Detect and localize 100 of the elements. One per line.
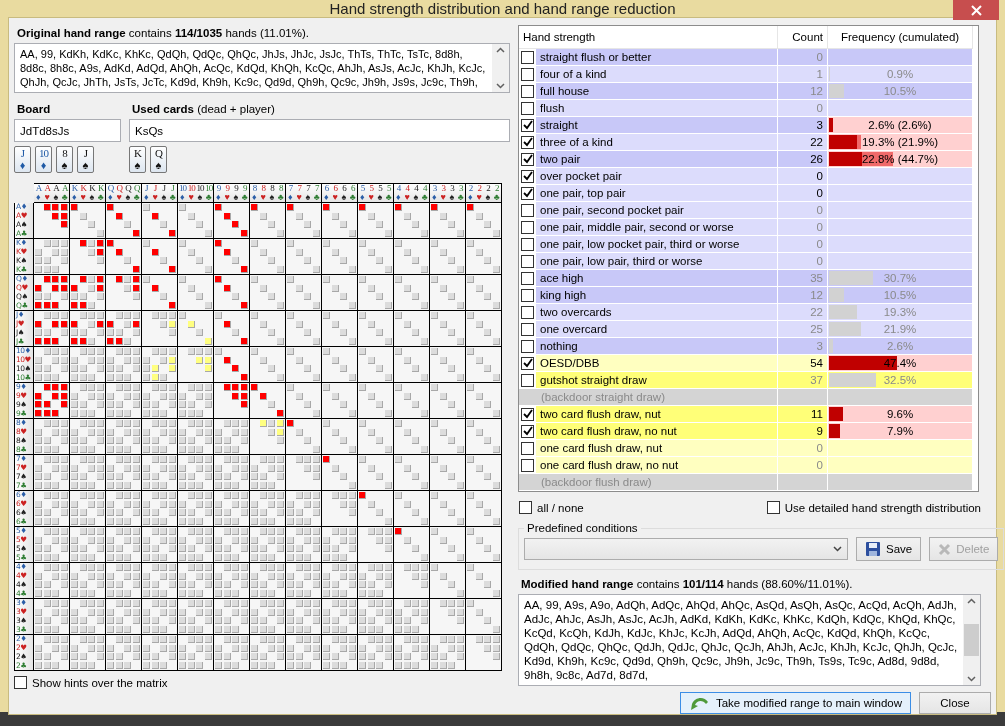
checkbox[interactable] [521,237,534,251]
column-header[interactable]: 4 ♠ [411,184,421,202]
chevron-down-icon[interactable] [967,676,976,682]
playing-card: 8 ♠ [56,146,73,173]
column-header[interactable]: Q ♣ [132,184,141,202]
checkbox[interactable] [519,501,532,514]
used-cards-field[interactable]: KsQs [129,119,510,142]
checkbox[interactable] [521,118,534,132]
chevron-up-icon[interactable] [967,598,976,604]
column-header[interactable]: K ♥ [78,184,88,202]
range-text: AA, 99, KdKh, KdKc, KhKc, QdQh, QdQc, QhQc, JhJs, JhJc, JsJc, ThTs, ThTc, TsTc, 8d8h, 8d8c, 8h8c, A9s, AdKd, AdQd, AhQh, AcQc, KdQd, KhQh, KcQc, AhJh, AsJs, AcJc, KhJh, KcJc, QhJh, QcJc, JhTh, JsTs, JcTc, Kd9d, Kh9h, Kc9c, Qd9d, Qh9h, Qc9c, Jh9h, Js9s, Jc9c, Th9h, [19,47,487,90]
column-header[interactable]: 10 ♠ [195,184,205,202]
checkbox[interactable] [521,203,534,217]
checkbox-label[interactable]: Show hints over the matrix [32,676,168,689]
column-header[interactable]: 7 ♣ [312,184,321,202]
column-header[interactable]: A ♥ [42,184,52,202]
column-header[interactable]: 2 ♦ [466,184,475,202]
column-header[interactable]: 3 ♣ [456,184,465,202]
column-header[interactable]: 6 ♦ [322,184,331,202]
column-header[interactable]: 6 ♣ [348,184,357,202]
column-header[interactable]: A ♦ [34,184,43,202]
checkbox[interactable] [521,101,534,115]
column-header[interactable]: 8 ♣ [276,184,285,202]
column-header[interactable]: 2 ♣ [492,184,501,202]
close-button[interactable]: Close [919,692,991,714]
checkbox[interactable] [521,254,534,268]
checkbox[interactable] [521,152,534,166]
checkbox[interactable] [521,441,534,455]
column-header[interactable]: 2 ♥ [474,184,484,202]
column-header[interactable]: 5 ♥ [366,184,376,202]
column-header[interactable]: Q ♦ [106,184,115,202]
checkbox-label[interactable]: all / none [537,501,584,514]
board-field[interactable]: JdTd8sJs [14,119,121,142]
column-header[interactable]: 2 ♠ [483,184,493,202]
column-header[interactable]: 3 ♦ [430,184,439,202]
column-header[interactable]: 6 ♥ [330,184,340,202]
column-header[interactable]: 5 ♦ [358,184,367,202]
column-header[interactable]: J ♠ [159,184,169,202]
checkbox[interactable] [521,67,534,81]
column-header[interactable]: J ♥ [150,184,160,202]
checkbox[interactable] [521,305,534,319]
column-header[interactable]: 8 ♠ [267,184,277,202]
column-header[interactable]: A ♠ [51,184,61,202]
close-button[interactable] [953,0,999,20]
column-header[interactable]: 9 ♣ [240,184,249,202]
checkbox[interactable] [521,220,534,234]
column-header[interactable]: Q ♠ [123,184,133,202]
column-header[interactable]: 10 ♦ [178,184,187,202]
column-header[interactable]: A ♣ [60,184,69,202]
strength-label: straight [536,117,778,134]
checkbox[interactable] [521,288,534,302]
column-header[interactable]: J ♦ [142,184,151,202]
column-header[interactable]: K ♠ [87,184,97,202]
checkbox[interactable] [521,339,534,353]
checkbox[interactable] [766,501,780,514]
save-button[interactable]: Save [856,537,922,561]
checkbox[interactable] [521,407,534,421]
checkbox[interactable] [521,322,534,336]
column-header[interactable]: 3 ♠ [447,184,457,202]
column-header[interactable]: 9 ♠ [231,184,241,202]
column-header[interactable]: 4 ♦ [394,184,403,202]
column-header[interactable]: 5 ♠ [375,184,385,202]
column-header[interactable]: 7 ♠ [303,184,313,202]
checkbox[interactable] [521,169,534,183]
frequency-value: 10.5% [883,85,917,97]
column-header[interactable]: 7 ♥ [294,184,304,202]
checkbox[interactable] [14,676,27,689]
column-header[interactable]: 9 ♦ [214,184,223,202]
column-header[interactable]: 7 ♦ [286,184,295,202]
column-header[interactable]: 9 ♥ [222,184,232,202]
chevron-down-icon[interactable] [496,83,505,89]
column-header[interactable]: 10 ♥ [186,184,196,202]
column-header[interactable]: 8 ♦ [250,184,259,202]
scrollbar[interactable] [963,595,980,685]
checkbox[interactable] [521,135,534,149]
range-text-area[interactable] [14,43,510,93]
checkbox-label[interactable]: Use detailed hand strength distribution [784,501,981,514]
checkbox[interactable] [521,458,534,472]
checkbox[interactable] [521,424,534,438]
column-header[interactable]: J ♣ [168,184,177,202]
column-header[interactable]: K ♣ [96,184,105,202]
column-header[interactable]: 8 ♥ [258,184,268,202]
column-header[interactable]: Q ♥ [114,184,124,202]
column-header[interactable]: 5 ♣ [384,184,393,202]
scrollbar[interactable] [492,44,509,92]
checkbox[interactable] [521,373,534,387]
chevron-up-icon[interactable] [496,47,505,53]
column-header[interactable]: K ♦ [70,184,79,202]
checkbox[interactable] [521,50,534,64]
column-header[interactable]: 10 ♣ [204,184,213,202]
checkbox[interactable] [521,356,534,370]
column-header[interactable]: 4 ♣ [420,184,429,202]
conditions-dropdown[interactable] [524,538,848,560]
take-range-button[interactable]: Take modified range to main window [679,692,911,714]
checkbox[interactable] [521,84,534,98]
checkbox[interactable] [521,271,534,285]
column-header[interactable]: 3 ♥ [438,184,448,202]
checkbox[interactable] [521,186,534,200]
column-header[interactable]: 6 ♠ [339,184,349,202]
column-header[interactable]: 4 ♥ [402,184,412,202]
